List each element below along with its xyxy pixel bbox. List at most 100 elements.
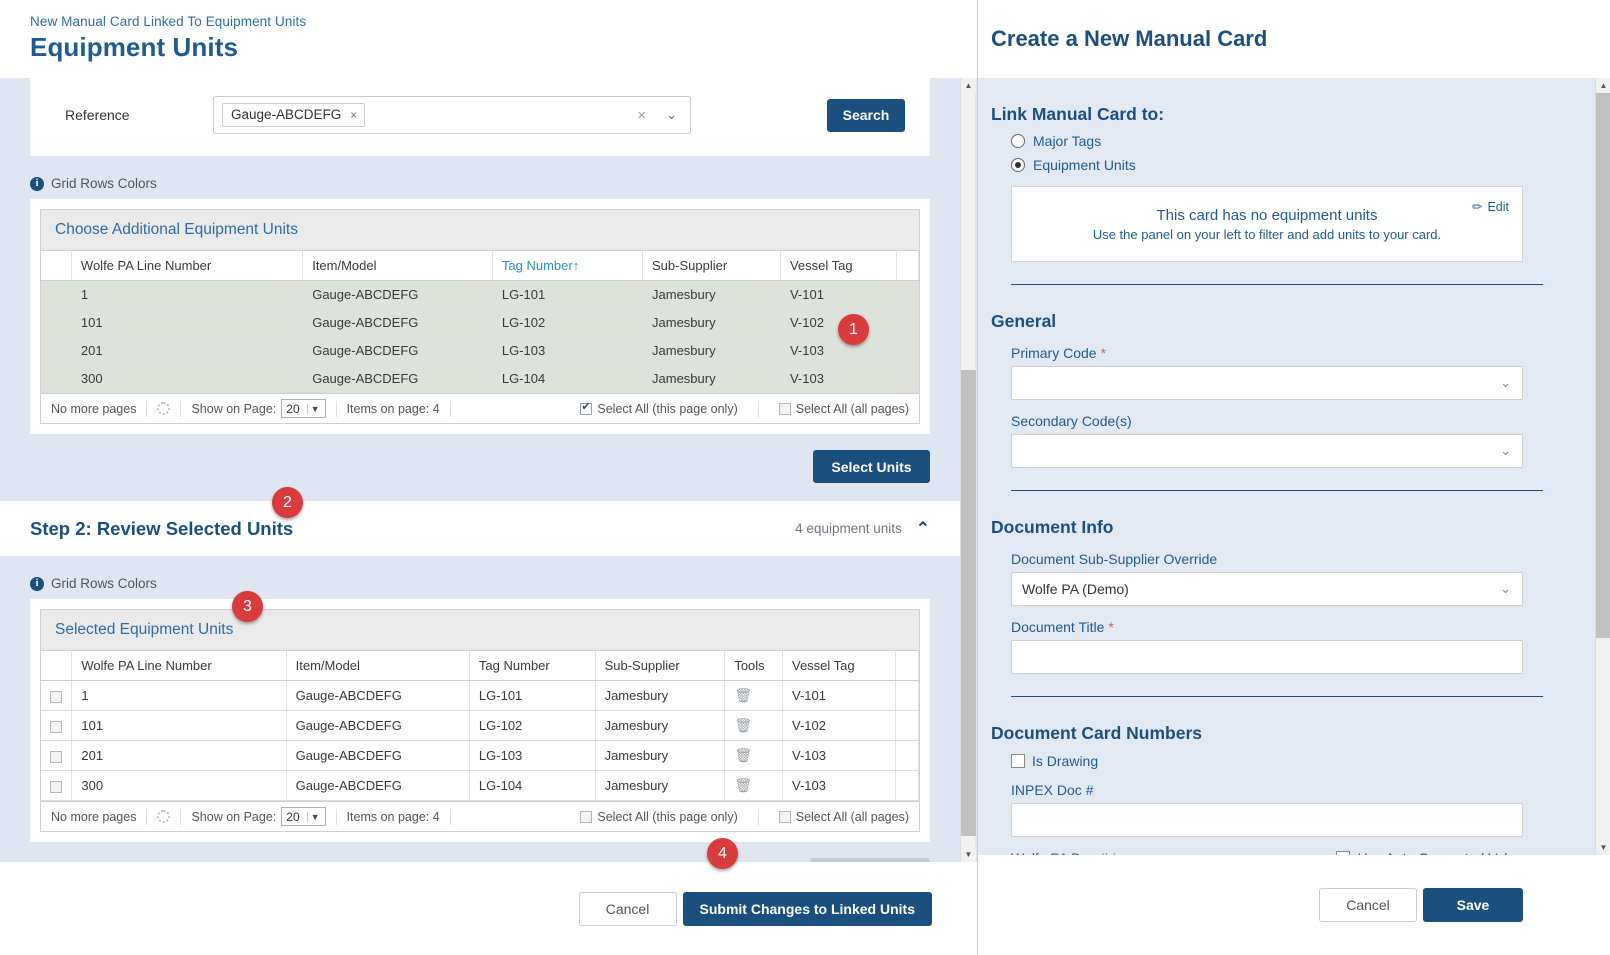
clear-all-icon[interactable]: ×	[637, 107, 646, 124]
trash-icon[interactable]: 🗑	[734, 777, 752, 793]
grid2-select-all-pages-row[interactable]: Select All (all pages)	[778, 810, 909, 824]
grid2-cell-select[interactable]	[41, 680, 73, 711]
grid1-col-vessel-tag[interactable]: Vessel Tag	[780, 251, 897, 281]
grid1-cell-select[interactable]	[41, 280, 72, 309]
cancel-button[interactable]: Cancel	[1319, 888, 1417, 922]
grid2-cell-tools[interactable]: 🗑	[724, 680, 783, 711]
grid1-select-all-page-row[interactable]: Select All (this page only)	[580, 401, 738, 416]
right-panel-scrollbar[interactable]: ▲ ▼	[1595, 78, 1610, 855]
document-title-input[interactable]	[1011, 640, 1523, 674]
grid2-col-tag-number[interactable]: Tag Number	[469, 651, 596, 681]
scroll-down-arrow[interactable]: ▼	[961, 847, 976, 862]
scroll-up-arrow[interactable]: ▲	[961, 78, 976, 93]
refresh-icon[interactable]	[157, 810, 171, 823]
chevron-down-icon[interactable]: ⌄	[666, 107, 677, 123]
grid2-cell-select[interactable]	[41, 740, 73, 771]
scroll-down-arrow[interactable]: ▼	[1596, 840, 1610, 855]
grid2-cell-select[interactable]	[41, 710, 73, 741]
inpex-doc-input[interactable]	[1011, 803, 1523, 837]
table-row[interactable]: 201 Gauge-ABCDEFG LG-103 Jamesbury V-103	[41, 336, 920, 365]
chevron-down-icon[interactable]: ⌄	[1500, 375, 1511, 391]
grid2-select-all-page-row[interactable]: Select All (this page only)	[580, 810, 738, 824]
radio-major-tags[interactable]: Major Tags	[1011, 133, 1551, 149]
grid1-select-all-pages-checkbox[interactable]	[778, 402, 791, 415]
grid-rows-colors-legend-1[interactable]: i Grid Rows Colors	[30, 176, 960, 191]
divider	[757, 400, 759, 417]
grid2-select-all-pages-checkbox[interactable]	[778, 810, 791, 823]
radio-equipment-units-indicator[interactable]	[1011, 158, 1025, 172]
grid2-cell-spacer	[895, 710, 919, 741]
save-button[interactable]: Save	[1423, 888, 1523, 922]
grid2-col-sub-supplier[interactable]: Sub-Supplier	[595, 651, 726, 681]
grid2-cell-tools[interactable]: 🗑	[724, 770, 783, 801]
select-units-button[interactable]: Select Units	[813, 450, 930, 483]
table-row[interactable]: 300 Gauge-ABCDEFG LG-104 Jamesbury V-103	[41, 364, 920, 393]
grid2-row-checkbox[interactable]	[50, 780, 62, 793]
radio-equipment-units[interactable]: Equipment Units	[1011, 157, 1551, 173]
grid2-row-checkbox[interactable]	[50, 690, 62, 703]
grid2-col-item-model[interactable]: Item/Model	[286, 651, 470, 681]
cancel-button[interactable]: Cancel	[578, 891, 677, 926]
grid2-col-line-number[interactable]: Wolfe PA Line Number	[71, 651, 287, 681]
grid2-col-vessel-tag[interactable]: Vessel Tag	[782, 651, 897, 681]
table-row[interactable]: 101 Gauge-ABCDEFG LG-102 Jamesbury 🗑 V-1…	[41, 710, 919, 741]
grid1-col-tag-number[interactable]: Tag Number↑	[492, 251, 644, 281]
table-row[interactable]: 201 Gauge-ABCDEFG LG-103 Jamesbury 🗑 V-1…	[41, 740, 919, 771]
primary-code-label: Primary Code	[1011, 345, 1097, 361]
step2-header[interactable]: Step 2: Review Selected Units 4 equipmen…	[0, 501, 960, 556]
grid1-page-size-select[interactable]: 20 ▼	[281, 399, 326, 418]
chip-remove-icon[interactable]: ×	[350, 108, 357, 122]
scroll-up-arrow[interactable]: ▲	[1596, 78, 1610, 93]
grid1-cell-select[interactable]	[41, 364, 72, 393]
secondary-code-select[interactable]: ⌄	[1011, 434, 1523, 468]
is-drawing-row[interactable]: Is Drawing	[1011, 753, 1551, 769]
table-row[interactable]: 101 Gauge-ABCDEFG LG-102 Jamesbury V-102	[41, 308, 920, 337]
is-drawing-checkbox[interactable]	[1011, 754, 1025, 768]
scroll-thumb[interactable]	[961, 370, 976, 836]
right-panel-scroll-area: Link Manual Card to: Major Tags Equipmen…	[978, 78, 1610, 855]
grid2-cell-tools[interactable]: 🗑	[724, 740, 783, 771]
chevron-down-icon[interactable]: ⌄	[1500, 443, 1511, 459]
grid1-caption: Choose Additional Equipment Units	[41, 210, 919, 251]
chevron-up-icon[interactable]: ⌃	[916, 519, 930, 539]
annotation-badge-4: 4	[707, 838, 738, 869]
grid1-col-item-model[interactable]: Item/Model	[302, 251, 493, 281]
breadcrumb[interactable]: New Manual Card Linked To Equipment Unit…	[30, 14, 977, 29]
table-row[interactable]: 1 Gauge-ABCDEFG LG-101 Jamesbury V-101	[41, 280, 920, 309]
chevron-down-icon[interactable]: ⌄	[1500, 581, 1511, 597]
grid1-col-sub-supplier[interactable]: Sub-Supplier	[642, 251, 781, 281]
is-drawing-label: Is Drawing	[1032, 753, 1099, 769]
scroll-thumb[interactable]	[1596, 93, 1610, 638]
refresh-icon[interactable]	[157, 402, 171, 415]
reference-chip[interactable]: Gauge-ABCDEFG ×	[222, 103, 366, 127]
inpex-doc-field: INPEX Doc #	[1011, 782, 1523, 837]
grid1-col-line-number[interactable]: Wolfe PA Line Number	[71, 251, 304, 281]
sub-supplier-select[interactable]: Wolfe PA (Demo) ⌄	[1011, 572, 1523, 606]
grid2-row-checkbox[interactable]	[50, 750, 62, 763]
grid1-cell-select[interactable]	[41, 308, 72, 337]
table-row[interactable]: 1 Gauge-ABCDEFG LG-101 Jamesbury 🗑 V-101	[41, 680, 919, 711]
grid2-page-size-select[interactable]: 20 ▼	[281, 807, 326, 826]
grid2-cell-select[interactable]	[41, 770, 73, 801]
grid2-cell-tools[interactable]: 🗑	[724, 710, 783, 741]
grid-rows-colors-legend-2[interactable]: i Grid Rows Colors	[30, 576, 960, 591]
submit-changes-button[interactable]: Submit Changes to Linked Units	[682, 891, 932, 926]
grid2-items-on-page: Items on page: 4	[346, 809, 440, 824]
left-panel-scrollbar[interactable]: ▲ ▼	[960, 78, 976, 862]
divider	[335, 400, 337, 417]
table-row[interactable]: 300 Gauge-ABCDEFG LG-104 Jamesbury 🗑 V-1…	[41, 770, 919, 801]
radio-major-tags-indicator[interactable]	[1011, 134, 1025, 148]
trash-icon[interactable]: 🗑	[734, 687, 752, 703]
edit-equipment-units-button[interactable]: ✏ Edit	[1472, 199, 1509, 215]
secondary-code-field: Secondary Code(s) ⌄	[1011, 413, 1523, 468]
trash-icon[interactable]: 🗑	[734, 717, 752, 733]
grid1-select-all-pages-row[interactable]: Select All (all pages)	[778, 402, 909, 416]
grid2-select-all-page-checkbox[interactable]	[580, 810, 593, 823]
grid1-cell-select[interactable]	[41, 336, 72, 365]
grid2-row-checkbox[interactable]	[50, 720, 62, 733]
trash-icon[interactable]: 🗑	[734, 747, 752, 763]
primary-code-select[interactable]: ⌄	[1011, 366, 1523, 400]
reference-multiselect[interactable]: Gauge-ABCDEFG × × ⌄	[213, 96, 691, 134]
grid1-select-all-page-checkbox[interactable]	[580, 401, 593, 415]
search-button[interactable]: Search	[827, 98, 905, 132]
